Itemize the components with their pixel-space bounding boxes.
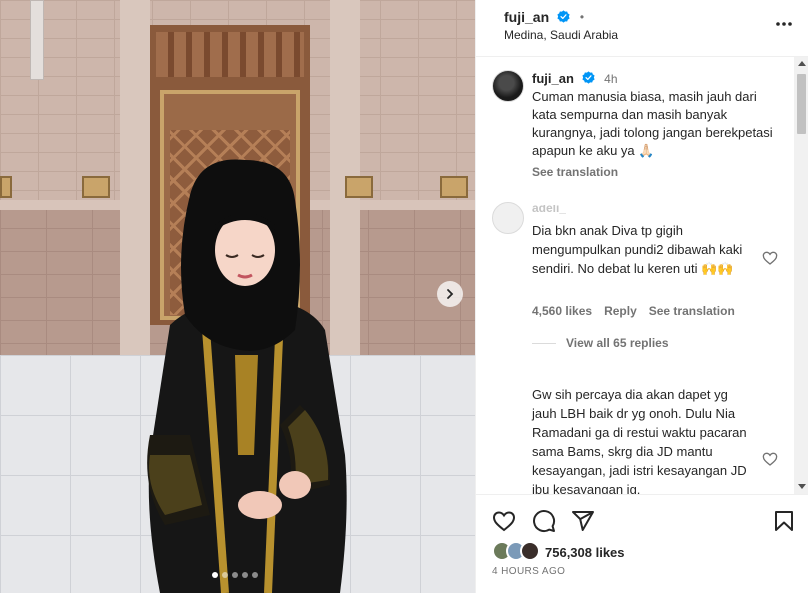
comments-scrollbar[interactable] bbox=[794, 57, 808, 494]
post-detail-panel: fuji_an • Medina, Saudi Arabia fuji_an 4… bbox=[475, 0, 808, 593]
header-username-row: fuji_an • bbox=[504, 9, 584, 25]
carousel-dot bbox=[212, 572, 218, 578]
scroll-thumb[interactable] bbox=[797, 74, 806, 134]
view-replies-button[interactable]: View all 65 replies bbox=[566, 336, 669, 350]
caption-text: Cuman manusia biasa, masih jauh dari kat… bbox=[532, 89, 773, 158]
carousel-dot bbox=[242, 572, 248, 578]
comment-reply-button[interactable]: Reply bbox=[604, 304, 637, 318]
comment-meta: 4,560 likes Reply See translation bbox=[532, 304, 735, 318]
post-photo[interactable] bbox=[0, 0, 475, 593]
header-location[interactable]: Medina, Saudi Arabia bbox=[504, 28, 618, 42]
caption-username[interactable]: fuji_an bbox=[532, 71, 574, 86]
wall-pipe bbox=[30, 0, 44, 80]
likes-count[interactable]: 756,308 likes bbox=[545, 545, 625, 560]
comment-text: Gw sih percaya dia akan dapet yg jauh LB… bbox=[532, 387, 747, 494]
woman-in-abaya bbox=[147, 159, 347, 593]
header-separator: • bbox=[579, 10, 585, 24]
more-options-icon[interactable] bbox=[774, 14, 794, 34]
wall-plaque bbox=[440, 176, 468, 198]
comment-likes[interactable]: 4,560 likes bbox=[532, 304, 592, 318]
caption-see-translation[interactable]: See translation bbox=[532, 165, 618, 179]
comment-text: Dia bkn anak Diva tp gigih mengumpulkan … bbox=[532, 223, 743, 276]
wall-plaque bbox=[0, 176, 12, 198]
comments-list[interactable]: fuji_an 4h Cuman manusia biasa, masih ja… bbox=[476, 57, 794, 494]
wall-plaque bbox=[82, 176, 110, 198]
header-username[interactable]: fuji_an bbox=[504, 9, 549, 25]
scroll-down-arrow-icon[interactable] bbox=[798, 484, 806, 489]
comment-username[interactable]: adeli_ bbox=[532, 205, 566, 214]
share-send-icon[interactable] bbox=[571, 509, 595, 533]
post-time-ago[interactable]: 4 HOURS AGO bbox=[492, 566, 565, 577]
liker-avatar bbox=[520, 541, 540, 561]
carousel-next-button[interactable] bbox=[437, 281, 463, 307]
carousel-dot bbox=[222, 572, 228, 578]
door-arch bbox=[156, 32, 304, 77]
post-actions: 756,308 likes 4 HOURS AGO bbox=[476, 494, 808, 593]
chevron-right-icon bbox=[447, 289, 454, 299]
comment-like-heart-icon[interactable] bbox=[762, 451, 778, 467]
carousel-dot bbox=[232, 572, 238, 578]
comment-icon[interactable] bbox=[532, 509, 556, 533]
save-bookmark-icon[interactable] bbox=[772, 509, 796, 533]
caption-avatar[interactable] bbox=[492, 70, 524, 102]
carousel-dots bbox=[212, 572, 258, 578]
comment-avatar[interactable] bbox=[492, 202, 524, 234]
post-header: fuji_an • Medina, Saudi Arabia bbox=[476, 0, 808, 57]
caption-time: 4h bbox=[604, 72, 618, 86]
scroll-up-arrow-icon[interactable] bbox=[798, 61, 806, 66]
likers-avatars[interactable] bbox=[492, 541, 540, 561]
like-heart-icon[interactable] bbox=[492, 509, 516, 533]
verified-badge-icon bbox=[581, 71, 595, 84]
comment-like-heart-icon[interactable] bbox=[762, 250, 778, 266]
caption: fuji_an 4h Cuman manusia biasa, masih ja… bbox=[532, 70, 782, 160]
comment-see-translation[interactable]: See translation bbox=[649, 304, 735, 318]
verified-badge-icon bbox=[557, 10, 570, 23]
replies-divider bbox=[532, 343, 556, 344]
carousel-dot bbox=[252, 572, 258, 578]
